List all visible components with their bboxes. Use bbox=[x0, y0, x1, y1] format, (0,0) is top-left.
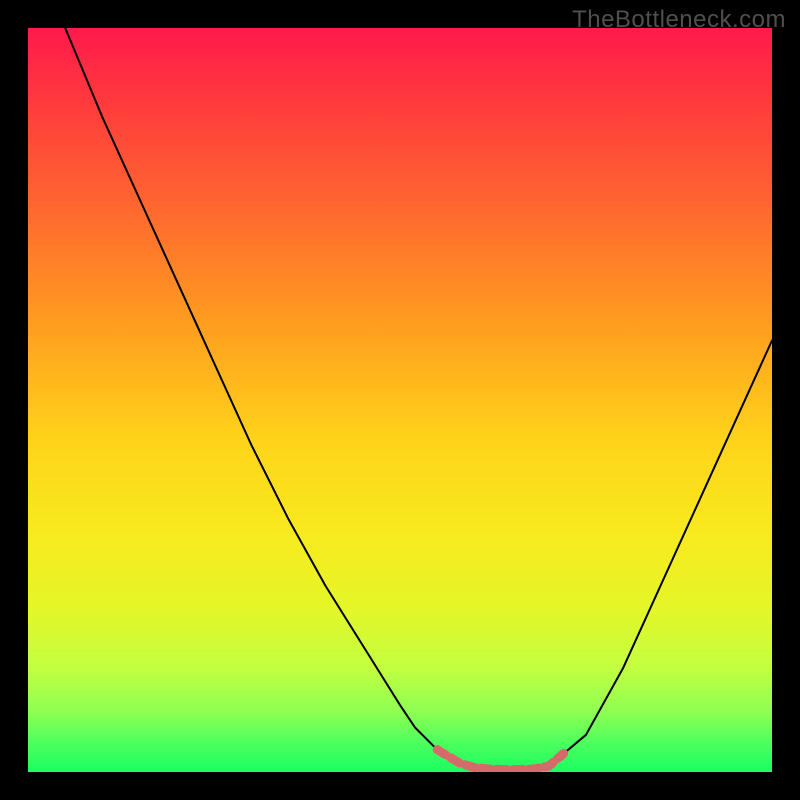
watermark-text: TheBottleneck.com bbox=[572, 6, 786, 34]
plot-area bbox=[28, 28, 772, 772]
low-zone-highlight bbox=[437, 750, 563, 770]
bottleneck-curve bbox=[28, 28, 772, 770]
curve-svg bbox=[28, 28, 772, 772]
chart-container: TheBottleneck.com bbox=[0, 0, 800, 800]
